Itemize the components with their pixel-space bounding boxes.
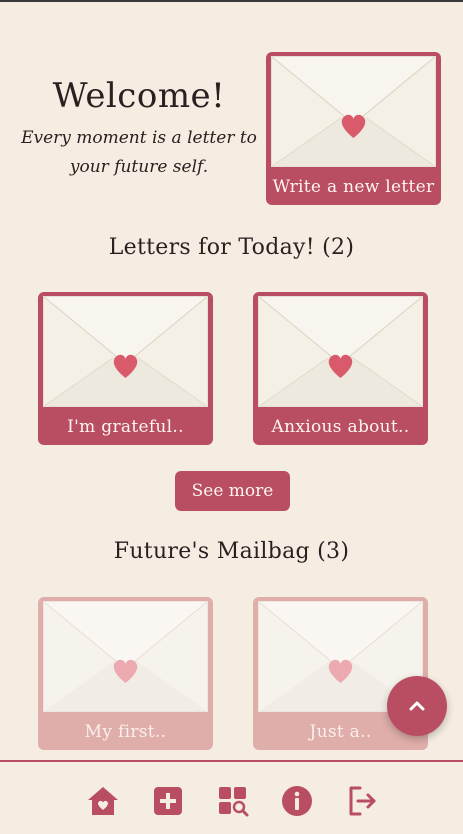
nav-search-letters[interactable]: [216, 784, 250, 818]
top-edge: [0, 0, 463, 2]
nav-home[interactable]: [86, 784, 120, 818]
welcome-section: Welcome! Every moment is a letter to you…: [14, 76, 264, 182]
add-square-icon: [154, 787, 182, 815]
grid-search-icon: [219, 787, 249, 817]
home-heart-icon: [88, 787, 118, 815]
nav-logout[interactable]: [346, 784, 380, 818]
envelope-heart-icon: [43, 601, 208, 712]
nav-add[interactable]: [151, 784, 185, 818]
letter-card-today-1[interactable]: I'm grateful..: [38, 292, 213, 445]
letter-card-today-2[interactable]: Anxious about..: [253, 292, 428, 445]
letter-card-label: Anxious about..: [271, 417, 410, 437]
chevron-up-icon: [409, 701, 425, 711]
welcome-subtitle: Every moment is a letter to your future …: [21, 128, 257, 177]
letter-card-mailbag-1[interactable]: My first..: [38, 597, 213, 750]
letters-today-title: Letters for Today! (2): [108, 235, 355, 260]
scroll-to-top-button[interactable]: [387, 676, 447, 736]
info-icon: [282, 786, 312, 816]
logout-icon: [349, 786, 376, 816]
future-mailbag-title: Future's Mailbag (3): [113, 539, 350, 564]
envelope-heart-icon: [271, 56, 436, 167]
letter-card-label: My first..: [84, 722, 167, 742]
nav-info[interactable]: [280, 784, 314, 818]
envelope-heart-icon: [43, 296, 208, 407]
write-new-letter-label: Write a new letter: [272, 177, 435, 197]
welcome-title: Welcome!: [52, 76, 226, 116]
write-new-letter-card[interactable]: Write a new letter: [266, 52, 441, 205]
bottom-nav: [0, 760, 463, 834]
see-more-button[interactable]: See more: [175, 471, 290, 511]
envelope-heart-icon: [258, 296, 423, 407]
letter-card-label: I'm grateful..: [67, 417, 184, 437]
